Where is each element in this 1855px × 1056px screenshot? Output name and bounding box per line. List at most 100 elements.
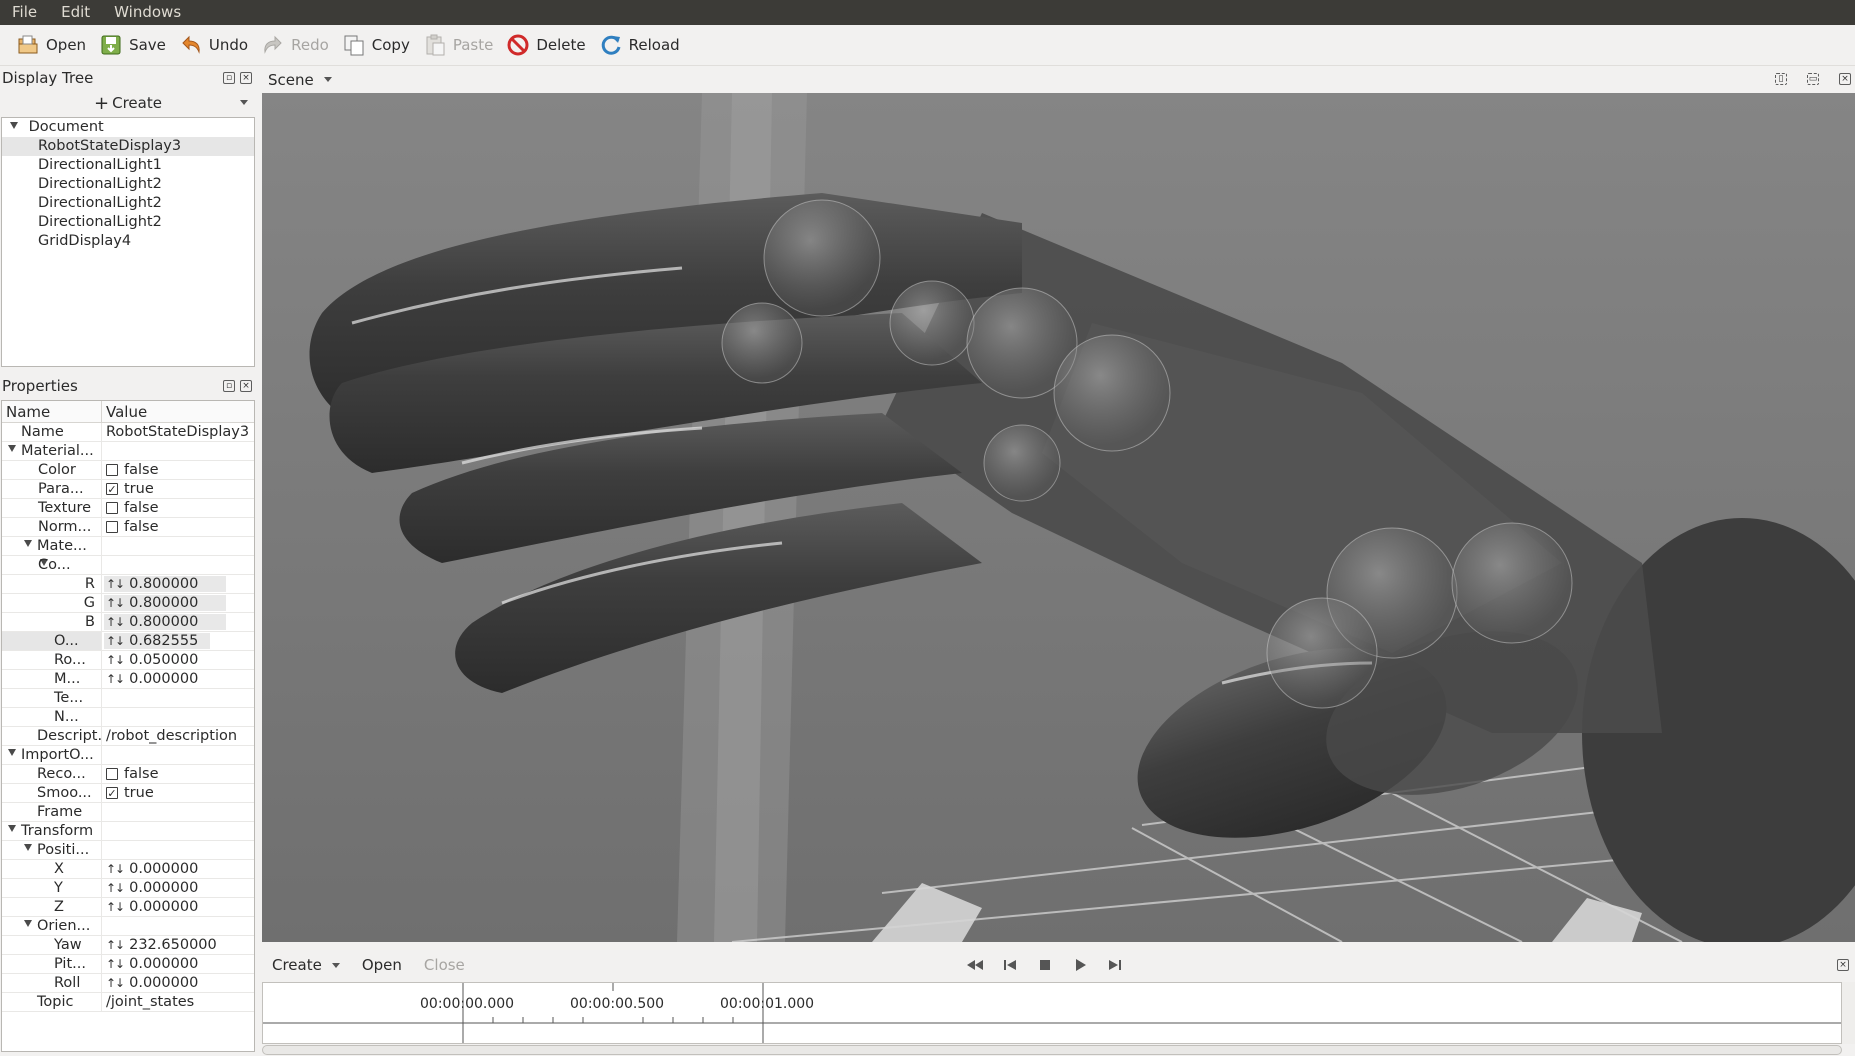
property-value-cell[interactable]: ↑↓ 0.000000 bbox=[102, 860, 254, 878]
property-row[interactable]: G ↑↓ 0.800000 bbox=[2, 594, 254, 613]
menu-edit[interactable]: Edit bbox=[49, 0, 102, 25]
checkbox-checked[interactable]: ✓ bbox=[106, 787, 118, 799]
property-value-cell[interactable]: ↑↓ 0.000000 bbox=[102, 955, 254, 973]
expand-arrow-icon[interactable] bbox=[8, 749, 16, 756]
paste-button[interactable]: Paste bbox=[421, 30, 501, 60]
property-value-cell[interactable]: ↑↓ 0.800000 bbox=[102, 613, 254, 631]
property-value-cell[interactable]: ✓ true bbox=[102, 784, 254, 802]
property-row[interactable]: Te... bbox=[2, 689, 254, 708]
skip-back-icon[interactable] bbox=[1001, 956, 1019, 974]
property-value-cell[interactable] bbox=[102, 537, 254, 555]
expand-arrow-icon[interactable] bbox=[10, 122, 18, 129]
property-row[interactable]: Name RobotStateDisplay3 bbox=[2, 423, 254, 442]
expand-arrow-icon[interactable] bbox=[8, 445, 16, 452]
float-icon[interactable]: ▫ bbox=[223, 380, 235, 392]
checkbox-unchecked[interactable] bbox=[106, 768, 118, 780]
property-row[interactable]: Yaw ↑↓ 232.650000 bbox=[2, 936, 254, 955]
property-row[interactable]: X ↑↓ 0.000000 bbox=[2, 860, 254, 879]
property-value-cell[interactable]: ↑↓ 0.000000 bbox=[102, 879, 254, 897]
stop-icon[interactable] bbox=[1036, 956, 1054, 974]
tree-item[interactable]: RobotStateDisplay3 bbox=[2, 137, 254, 156]
property-row[interactable]: N... bbox=[2, 708, 254, 727]
undo-button[interactable]: Undo bbox=[177, 30, 255, 60]
property-row[interactable]: Roll ↑↓ 0.000000 bbox=[2, 974, 254, 993]
reload-button[interactable]: Reload bbox=[597, 30, 687, 60]
property-row[interactable]: Co... bbox=[2, 556, 254, 575]
property-row[interactable]: Norm... false bbox=[2, 518, 254, 537]
timeline-vertical-scrollbar[interactable] bbox=[1842, 982, 1855, 1044]
property-value-cell[interactable]: ↑↓ 0.800000 bbox=[102, 594, 254, 612]
spinner-icon[interactable]: ↑↓ bbox=[106, 879, 125, 898]
spinner-icon[interactable]: ↑↓ bbox=[106, 936, 125, 955]
open-button[interactable]: Open bbox=[14, 30, 93, 60]
close-icon[interactable]: × bbox=[240, 380, 252, 392]
timeline-close-button[interactable]: Close bbox=[424, 956, 465, 974]
spinner-icon[interactable]: ↑↓ bbox=[106, 613, 125, 632]
property-value-cell[interactable] bbox=[102, 708, 254, 726]
save-button[interactable]: Save bbox=[97, 30, 173, 60]
property-value-cell[interactable]: false bbox=[102, 765, 254, 783]
property-row[interactable]: Material... bbox=[2, 442, 254, 461]
property-value-cell[interactable]: /joint_states bbox=[102, 993, 254, 1011]
menu-file[interactable]: File bbox=[0, 0, 49, 25]
property-value-cell[interactable]: ↑↓ 232.650000 bbox=[102, 936, 254, 954]
property-row[interactable]: B ↑↓ 0.800000 bbox=[2, 613, 254, 632]
property-row[interactable]: O... ↑↓ 0.682555 bbox=[2, 632, 254, 651]
spinner-icon[interactable]: ↑↓ bbox=[106, 955, 125, 974]
property-value-cell[interactable]: false bbox=[102, 518, 254, 536]
tree-item[interactable]: DirectionalLight1 bbox=[2, 156, 254, 175]
property-value-cell[interactable]: ↑↓ 0.800000 bbox=[102, 575, 254, 593]
timeline-open-button[interactable]: Open bbox=[362, 956, 402, 974]
spinner-icon[interactable]: ↑↓ bbox=[106, 651, 125, 670]
spinner-icon[interactable]: ↑↓ bbox=[106, 860, 125, 879]
timeline-track[interactable]: 00:00:00.000 00:00:00.500 00:00:01.000 bbox=[262, 982, 1842, 1044]
checkbox-checked[interactable]: ✓ bbox=[106, 483, 118, 495]
property-row[interactable]: Texture false bbox=[2, 499, 254, 518]
copy-button[interactable]: Copy bbox=[340, 30, 417, 60]
property-row[interactable]: ImportO... bbox=[2, 746, 254, 765]
spinner-icon[interactable]: ↑↓ bbox=[106, 974, 125, 993]
property-row[interactable]: Descript.../robot_description bbox=[2, 727, 254, 746]
close-icon[interactable]: × bbox=[1837, 959, 1849, 971]
property-row[interactable]: Reco... false bbox=[2, 765, 254, 784]
rewind-icon[interactable] bbox=[966, 956, 984, 974]
property-row[interactable]: Color false bbox=[2, 461, 254, 480]
property-row[interactable]: Frame bbox=[2, 803, 254, 822]
checkbox-unchecked[interactable] bbox=[106, 464, 118, 476]
timeline-create-button[interactable]: Create bbox=[272, 956, 322, 974]
property-value-cell[interactable]: ✓ true bbox=[102, 480, 254, 498]
dropdown-arrow-icon[interactable] bbox=[323, 77, 332, 82]
property-value-cell[interactable] bbox=[102, 746, 254, 764]
split-horizontal-icon[interactable]: ▯ bbox=[1775, 73, 1787, 85]
timeline-horizontal-scrollbar[interactable] bbox=[262, 1045, 1842, 1055]
tree-root-document[interactable]: Document bbox=[2, 118, 254, 137]
expand-arrow-icon[interactable] bbox=[24, 540, 32, 547]
property-row[interactable]: R ↑↓ 0.800000 bbox=[2, 575, 254, 594]
property-row[interactable]: Transform bbox=[2, 822, 254, 841]
property-value-cell[interactable]: RobotStateDisplay3 bbox=[102, 423, 254, 441]
property-value-cell[interactable]: false bbox=[102, 499, 254, 517]
checkbox-unchecked[interactable] bbox=[106, 502, 118, 514]
tree-item[interactable]: DirectionalLight2 bbox=[2, 213, 254, 232]
property-row[interactable]: Para... ✓ true bbox=[2, 480, 254, 499]
property-value-cell[interactable]: ↑↓ 0.050000 bbox=[102, 651, 254, 669]
property-row[interactable]: Smoo... ✓ true bbox=[2, 784, 254, 803]
property-row[interactable]: Y ↑↓ 0.000000 bbox=[2, 879, 254, 898]
dropdown-arrow-icon[interactable] bbox=[331, 962, 340, 968]
property-value-cell[interactable] bbox=[102, 917, 254, 935]
property-value-cell[interactable] bbox=[102, 803, 254, 821]
property-value-cell[interactable] bbox=[102, 841, 254, 859]
expand-arrow-icon[interactable] bbox=[24, 844, 32, 851]
property-value-cell[interactable] bbox=[102, 442, 254, 460]
spinner-icon[interactable]: ↑↓ bbox=[106, 632, 125, 651]
property-row[interactable]: Topic/joint_states bbox=[2, 993, 254, 1012]
close-icon[interactable]: × bbox=[240, 72, 252, 84]
create-display-button[interactable]: + Create bbox=[0, 91, 256, 115]
property-row[interactable]: Pit... ↑↓ 0.000000 bbox=[2, 955, 254, 974]
property-value-cell[interactable]: ↑↓ 0.000000 bbox=[102, 898, 254, 916]
dropdown-arrow-icon[interactable] bbox=[240, 100, 248, 105]
expand-arrow-icon[interactable] bbox=[8, 825, 16, 832]
tree-item[interactable]: DirectionalLight2 bbox=[2, 175, 254, 194]
property-value-cell[interactable]: ↑↓ 0.000000 bbox=[102, 974, 254, 992]
tree-item[interactable]: DirectionalLight2 bbox=[2, 194, 254, 213]
